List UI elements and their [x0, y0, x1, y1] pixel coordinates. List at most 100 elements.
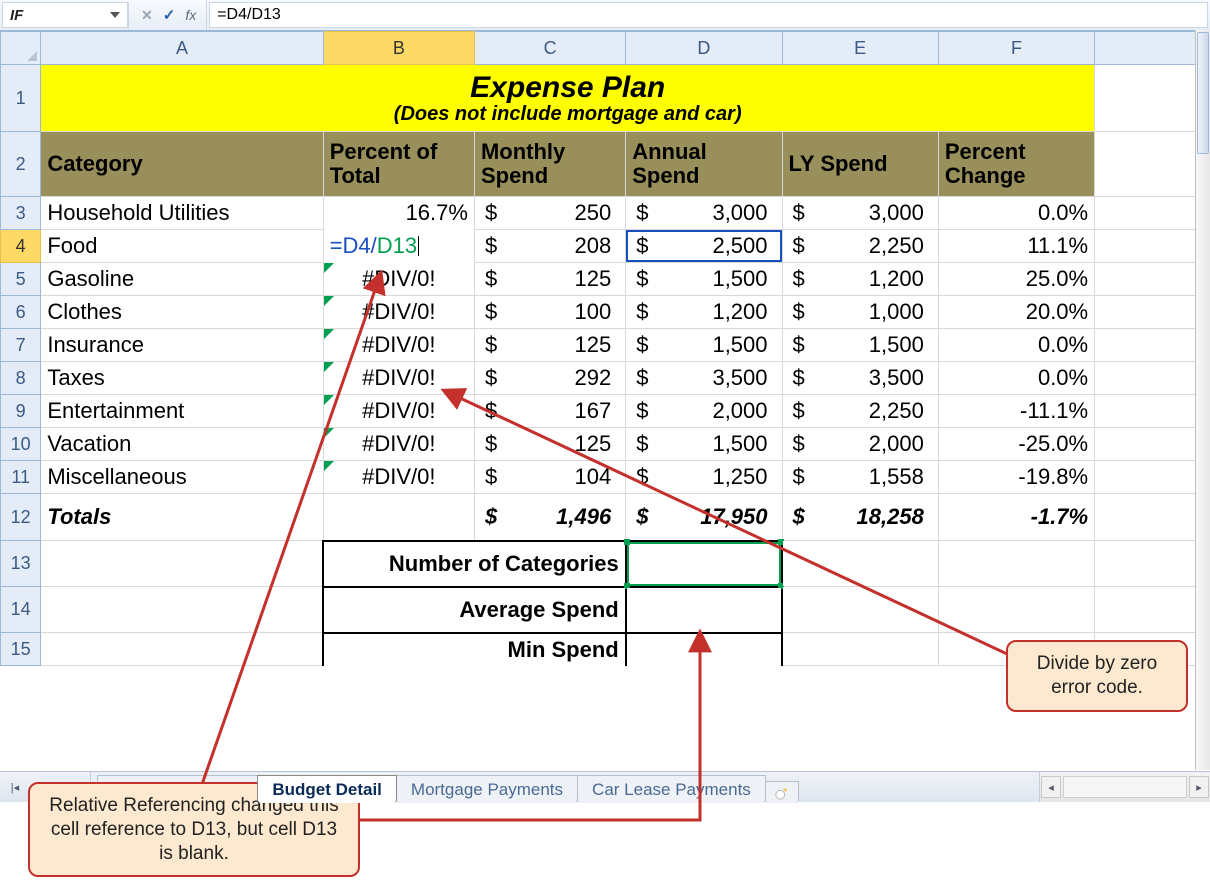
label-num-categories[interactable]: Number of Categories [323, 541, 626, 587]
row-header-8[interactable]: 8 [1, 362, 41, 395]
cell-a10[interactable]: Vacation [41, 428, 323, 461]
cell-a5[interactable]: Gasoline [41, 263, 323, 296]
cell-f5[interactable]: 25.0% [938, 263, 1094, 296]
row-header-1[interactable]: 1 [1, 65, 41, 132]
totals-ly[interactable]: $18,258 [782, 494, 938, 541]
tab-nav-last-icon[interactable]: ▸| [66, 778, 84, 796]
cell-d8[interactable]: $3,500 [626, 362, 782, 395]
vertical-scrollbar[interactable] [1195, 30, 1210, 770]
cell-c8[interactable]: $292 [474, 362, 625, 395]
cell-b9[interactable]: #DIV/0! [323, 395, 474, 428]
cell-e14[interactable] [782, 587, 938, 633]
cell-a14[interactable] [41, 587, 323, 633]
spreadsheet-grid[interactable]: A B C D E F 1 Expense Plan (Does not inc… [0, 31, 1196, 666]
cell-f8[interactable]: 0.0% [938, 362, 1094, 395]
hdr-category[interactable]: Category [41, 132, 323, 197]
cell-c3[interactable]: $250 [474, 197, 625, 230]
cell-e9[interactable]: $2,250 [782, 395, 938, 428]
cell-b10[interactable]: #DIV/0! [323, 428, 474, 461]
cell-f15[interactable] [938, 633, 1094, 666]
cell-a7[interactable]: Insurance [41, 329, 323, 362]
cell-c9[interactable]: $167 [474, 395, 625, 428]
hdr-pct[interactable]: Percent of Total [323, 132, 474, 197]
cell-e8[interactable]: $3,500 [782, 362, 938, 395]
cell-d14[interactable] [626, 587, 782, 633]
totals-monthly[interactable]: $1,496 [474, 494, 625, 541]
cell-f7[interactable]: 0.0% [938, 329, 1094, 362]
cell-b7[interactable]: #DIV/0! [323, 329, 474, 362]
cell-d15[interactable] [626, 633, 782, 666]
cell-f6[interactable]: 20.0% [938, 296, 1094, 329]
hscroll-track[interactable] [1063, 776, 1187, 798]
cell-d11[interactable]: $1,250 [626, 461, 782, 494]
cell-c11[interactable]: $104 [474, 461, 625, 494]
cell-f11[interactable]: -19.8% [938, 461, 1094, 494]
row-header-12[interactable]: 12 [1, 494, 41, 541]
insert-function-icon[interactable]: fx [185, 7, 196, 23]
label-avg-spend[interactable]: Average Spend [323, 587, 626, 633]
cell-d6[interactable]: $1,200 [626, 296, 782, 329]
cell-e15[interactable] [782, 633, 938, 666]
sheet-tab[interactable]: Budget Summary [97, 775, 258, 803]
row-header-4[interactable]: 4 [1, 230, 41, 263]
cell-a9[interactable]: Entertainment [41, 395, 323, 428]
cell-b5[interactable]: #DIV/0! [323, 263, 474, 296]
cell-e13[interactable] [782, 541, 938, 587]
cell-a13[interactable] [41, 541, 323, 587]
accept-formula-icon[interactable]: ✓ [163, 6, 176, 24]
cell-a15[interactable] [41, 633, 323, 666]
horizontal-scrollbar[interactable]: ◂ ▸ [1039, 772, 1210, 802]
cell-f10[interactable]: -25.0% [938, 428, 1094, 461]
sheet-tab[interactable]: Car Lease Payments [577, 775, 766, 803]
cell-d9[interactable]: $2,000 [626, 395, 782, 428]
cell-e6[interactable]: $1,000 [782, 296, 938, 329]
cell-d3[interactable]: $3,000 [626, 197, 782, 230]
cell-c10[interactable]: $125 [474, 428, 625, 461]
row-header-5[interactable]: 5 [1, 263, 41, 296]
row-header-6[interactable]: 6 [1, 296, 41, 329]
row-header-9[interactable]: 9 [1, 395, 41, 428]
cell-f3[interactable]: 0.0% [938, 197, 1094, 230]
cell-b11[interactable]: #DIV/0! [323, 461, 474, 494]
cell-f4[interactable]: 11.1% [938, 230, 1094, 263]
row-header-3[interactable]: 3 [1, 197, 41, 230]
totals-change[interactable]: -1.7% [938, 494, 1094, 541]
label-min-spend[interactable]: Min Spend [323, 633, 626, 666]
col-header-a[interactable]: A [41, 32, 323, 65]
cell-b6[interactable]: #DIV/0! [323, 296, 474, 329]
cell-d5[interactable]: $1,500 [626, 263, 782, 296]
cancel-formula-icon[interactable]: ✕ [141, 7, 153, 24]
totals-annual[interactable]: $17,950 [626, 494, 782, 541]
sheet-tab[interactable]: Budget Detail [257, 775, 397, 803]
formula-input[interactable]: =D4/D13 [209, 2, 1208, 28]
cell-a11[interactable]: Miscellaneous [41, 461, 323, 494]
tab-nav-next-icon[interactable]: ▸ [46, 778, 64, 796]
hscroll-left-icon[interactable]: ◂ [1041, 776, 1061, 798]
cell-e11[interactable]: $1,558 [782, 461, 938, 494]
totals-label[interactable]: Totals [41, 494, 323, 541]
cell-e10[interactable]: $2,000 [782, 428, 938, 461]
row-header-7[interactable]: 7 [1, 329, 41, 362]
totals-pct[interactable] [323, 494, 474, 541]
row-header-14[interactable]: 14 [1, 587, 41, 633]
col-header-c[interactable]: C [474, 32, 625, 65]
row-header-13[interactable]: 13 [1, 541, 41, 587]
row-header-2[interactable]: 2 [1, 132, 41, 197]
hdr-monthly[interactable]: Monthly Spend [474, 132, 625, 197]
cell-d4[interactable]: $2,500 [626, 230, 782, 263]
cell-f14[interactable] [938, 587, 1094, 633]
row-header-10[interactable]: 10 [1, 428, 41, 461]
sheet-tab[interactable]: Mortgage Payments [396, 775, 578, 803]
name-box[interactable]: IF [2, 2, 129, 28]
cell-d10[interactable]: $1,500 [626, 428, 782, 461]
row-header-15[interactable]: 15 [1, 633, 41, 666]
col-header-e[interactable]: E [782, 32, 938, 65]
cell-e7[interactable]: $1,500 [782, 329, 938, 362]
cell-c5[interactable]: $125 [474, 263, 625, 296]
row-header-11[interactable]: 11 [1, 461, 41, 494]
select-all-corner[interactable] [1, 32, 41, 65]
col-header-b[interactable]: B [323, 32, 474, 65]
title-cell[interactable]: Expense Plan (Does not include mortgage … [41, 65, 1095, 132]
col-header-g[interactable] [1095, 32, 1196, 65]
cell-a3[interactable]: Household Utilities [41, 197, 323, 230]
